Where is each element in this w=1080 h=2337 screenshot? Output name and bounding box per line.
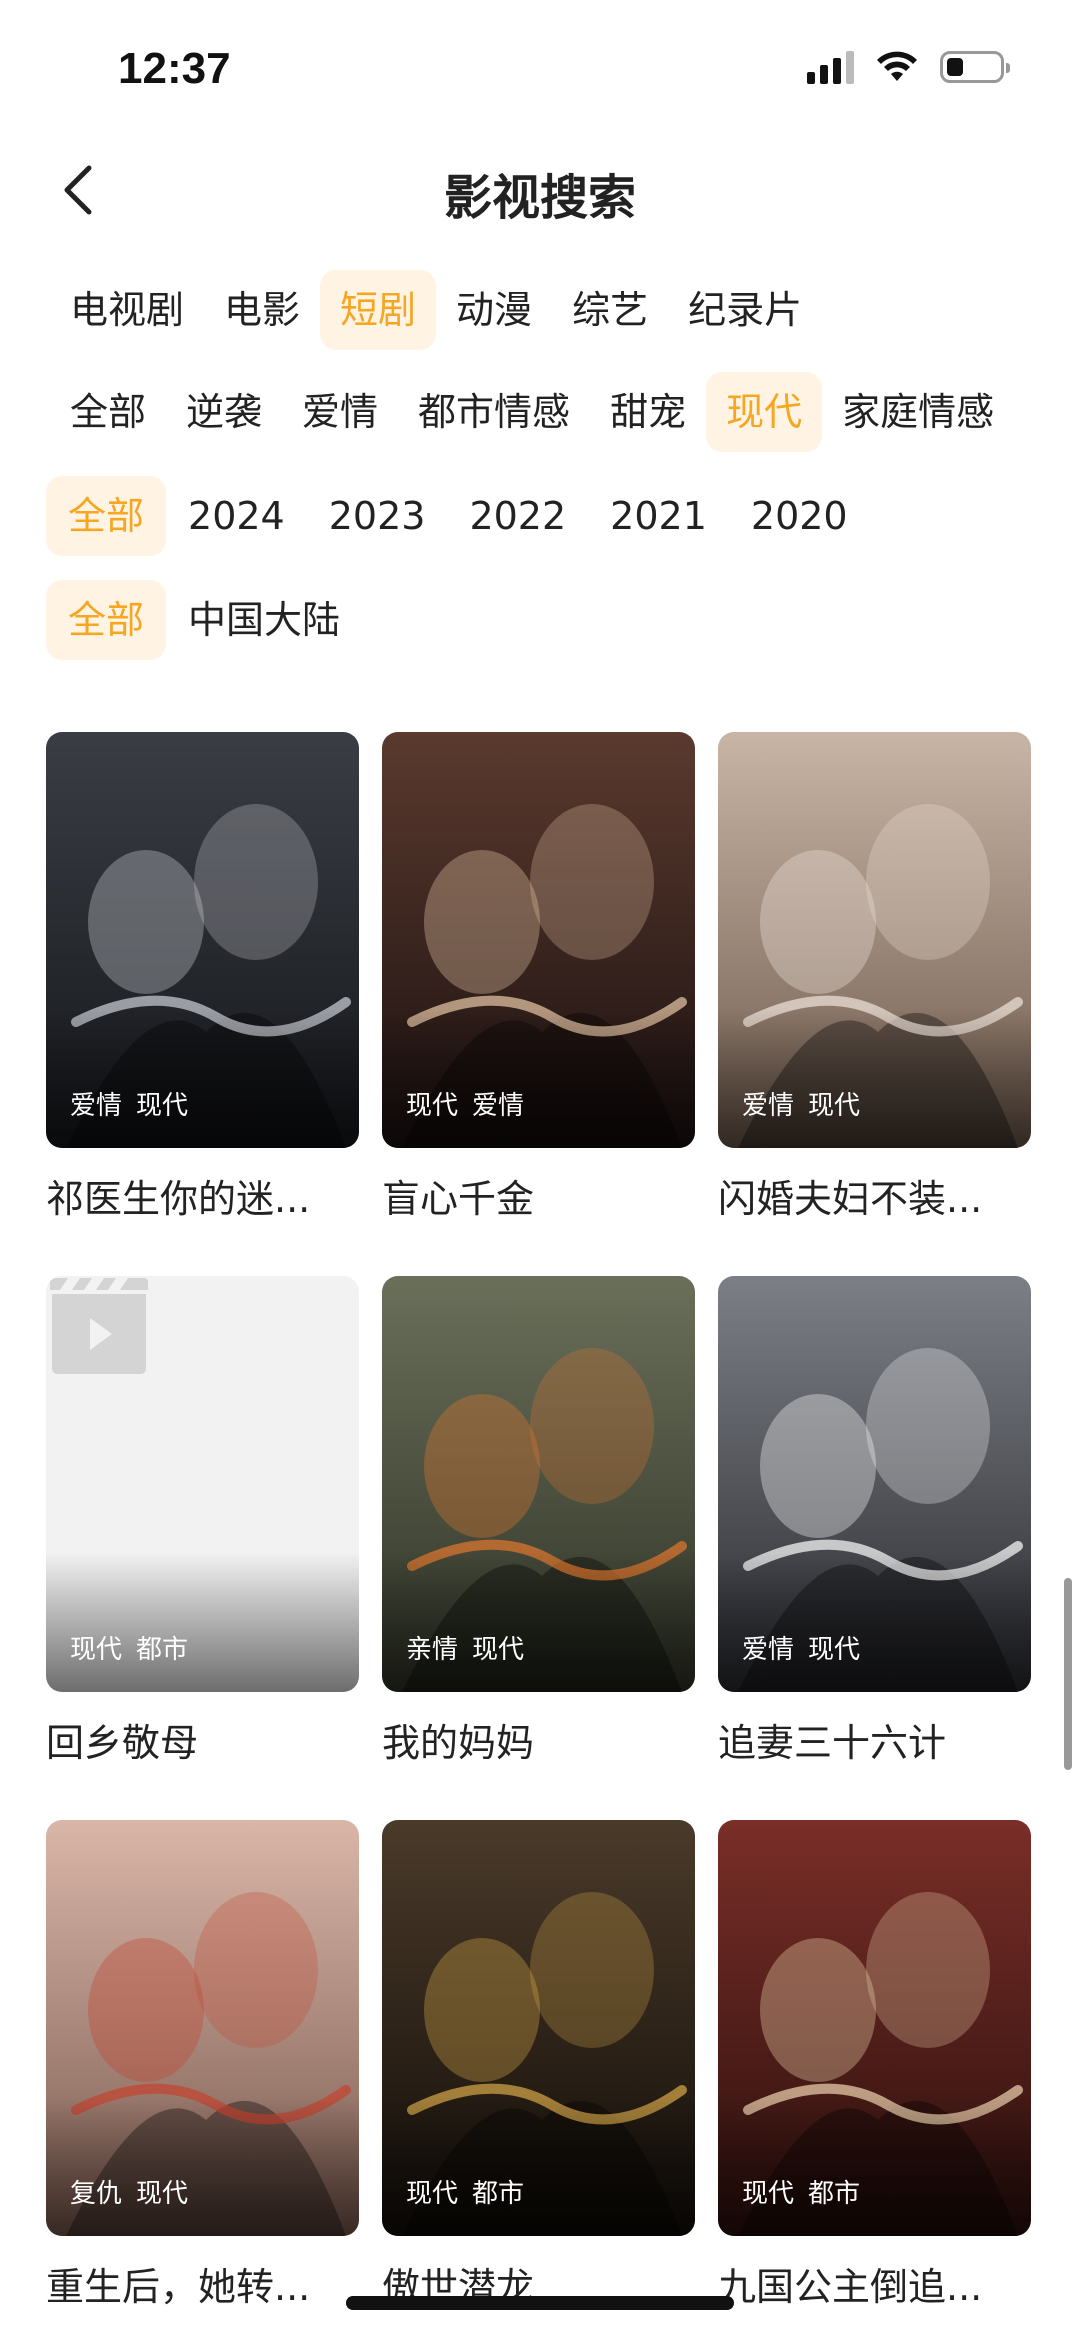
header: 影视搜索 (0, 140, 1080, 236)
scrollbar[interactable] (1064, 1578, 1072, 1770)
tag-list: 现代 都市 (406, 2173, 524, 2210)
status-bar: 12:37 (0, 0, 1080, 140)
poster-image: 爱情 现代 (46, 732, 359, 1148)
tag-label: 亲情 (406, 1635, 459, 1665)
poster-shade (718, 1008, 1031, 1148)
tag-label: 现代 (808, 1635, 861, 1665)
drama-title: 回乡敬母 (46, 1721, 199, 1765)
tag-label: 爱情 (70, 1091, 123, 1121)
video-clapper-icon (50, 1278, 148, 1374)
tag-list: 现代 都市 (70, 1629, 188, 1666)
tag-list: 爱情 现代 (70, 1085, 188, 1122)
tag-label: 复仇 (70, 2179, 123, 2209)
region-filter-chip[interactable]: 中国大陆 (166, 580, 362, 660)
genre-filter-chip[interactable]: 爱情 (282, 372, 398, 452)
status-icons (807, 50, 1010, 84)
genre-filter-chip[interactable]: 家庭情感 (822, 372, 1014, 452)
year-filter-chip[interactable]: 2020 (729, 476, 870, 556)
poster-shade (46, 1552, 359, 1692)
year-filter-chip[interactable]: 全部 (46, 476, 167, 556)
poster-image: 现代 爱情 (382, 732, 695, 1148)
type-filter-chip[interactable]: 电视剧 (48, 270, 204, 350)
battery-icon (940, 51, 1010, 83)
drama-title: 追妻三十六计 (718, 1721, 947, 1765)
year-filter-chip[interactable]: 2021 (588, 476, 729, 556)
year-filter-chip[interactable]: 2024 (166, 476, 307, 556)
tag-label: 爱情 (742, 1635, 795, 1665)
year-filter-chip[interactable]: 2022 (447, 476, 588, 556)
drama-card[interactable]: 复仇 现代重生后，她转... (46, 1820, 359, 2311)
filter-row-genre: 全部 逆袭 爱情 都市情感 甜宠 现代 家庭情感 (48, 372, 1014, 452)
tag-list: 复仇 现代 (70, 2173, 188, 2210)
poster-image: 现代 都市 (718, 1820, 1031, 2236)
tag-label: 现代 (136, 2179, 189, 2209)
tag-list: 爱情 现代 (742, 1085, 860, 1122)
tag-list: 爱情 现代 (742, 1629, 860, 1666)
drama-card[interactable]: 爱情 现代祁医生你的迷... (46, 732, 359, 1223)
genre-filter-chip[interactable]: 甜宠 (590, 372, 706, 452)
tag-label: 现代 (136, 1091, 189, 1121)
poster-shade (382, 1008, 695, 1148)
tag-label: 现代 (808, 1091, 861, 1121)
drama-title: 重生后，她转... (46, 2265, 311, 2309)
poster-shade (46, 2096, 359, 2236)
wifi-icon (877, 51, 917, 81)
type-filter-chip[interactable]: 短剧 (320, 270, 437, 350)
tag-label: 都市 (808, 2179, 861, 2209)
tag-label: 现代 (472, 1635, 525, 1665)
poster-shade (382, 2096, 695, 2236)
page-title: 影视搜索 (443, 170, 636, 226)
poster-shade (382, 1552, 695, 1692)
drama-card[interactable]: 亲情 现代我的妈妈 (382, 1276, 695, 1767)
drama-title: 闪婚夫妇不装... (718, 1177, 983, 1221)
poster-image: 复仇 现代 (46, 1820, 359, 2236)
poster-image: 爱情 现代 (718, 732, 1031, 1148)
poster-image: 亲情 现代 (382, 1276, 695, 1692)
drama-card[interactable]: 现代 都市 傲世潜龙 (382, 1820, 695, 2311)
type-filter-chip[interactable]: 动漫 (436, 270, 552, 350)
drama-card[interactable]: 爱情 现代追妻三十六计 (718, 1276, 1031, 1767)
drama-card[interactable]: 现代 都市回乡敬母 (46, 1276, 359, 1767)
poster-image: 现代 都市 (382, 1820, 695, 2236)
drama-card[interactable]: 爱情 现代闪婚夫妇不装... (718, 732, 1031, 1223)
tag-list: 现代 都市 (742, 2173, 860, 2210)
drama-card[interactable]: 现代 爱情盲心千金 (382, 732, 695, 1223)
filter-row-year: 全部 2024 2023 2022 2021 2020 (46, 476, 870, 556)
poster-shade (718, 2096, 1031, 2236)
drama-title: 我的妈妈 (382, 1721, 535, 1765)
tag-label: 现代 (742, 2179, 795, 2209)
tag-label: 爱情 (472, 1091, 525, 1121)
filter-row-type: 电视剧 电影 短剧 动漫 综艺 纪录片 (48, 270, 822, 350)
drama-title: 祁医生你的迷... (46, 1177, 311, 1221)
region-filter-chip[interactable]: 全部 (46, 580, 167, 660)
filter-row-region: 全部 中国大陆 (46, 580, 362, 660)
type-filter-chip[interactable]: 纪录片 (668, 270, 822, 350)
cellular-signal-icon (807, 50, 854, 84)
genre-filter-chip[interactable]: 全部 (48, 372, 166, 452)
drama-title: 盲心千金 (382, 1177, 535, 1221)
genre-filter-chip[interactable]: 逆袭 (166, 372, 282, 452)
status-time: 12:37 (118, 44, 231, 93)
tag-label: 现代 (406, 1091, 459, 1121)
tag-label: 爱情 (742, 1091, 795, 1121)
poster-image: 爱情 现代 (718, 1276, 1031, 1692)
drama-card[interactable]: 现代 都市九国公主倒追... (718, 1820, 1031, 2311)
drama-title: 九国公主倒追... (718, 2265, 983, 2309)
poster-shade (46, 1008, 359, 1148)
type-filter-chip[interactable]: 综艺 (552, 270, 668, 350)
tag-label: 都市 (472, 2179, 525, 2209)
poster-shade (718, 1552, 1031, 1692)
tag-list: 现代 爱情 (406, 1085, 524, 1122)
type-filter-chip[interactable]: 电影 (204, 270, 320, 350)
home-indicator (346, 2296, 734, 2310)
genre-filter-chip[interactable]: 都市情感 (398, 372, 590, 452)
tag-label: 都市 (136, 1635, 189, 1665)
year-filter-chip[interactable]: 2023 (307, 476, 448, 556)
tag-label: 现代 (406, 2179, 459, 2209)
tag-label: 现代 (70, 1635, 123, 1665)
genre-filter-chip[interactable]: 现代 (706, 372, 823, 452)
poster-image: 现代 都市 (46, 1276, 359, 1692)
tag-list: 亲情 现代 (406, 1629, 524, 1666)
